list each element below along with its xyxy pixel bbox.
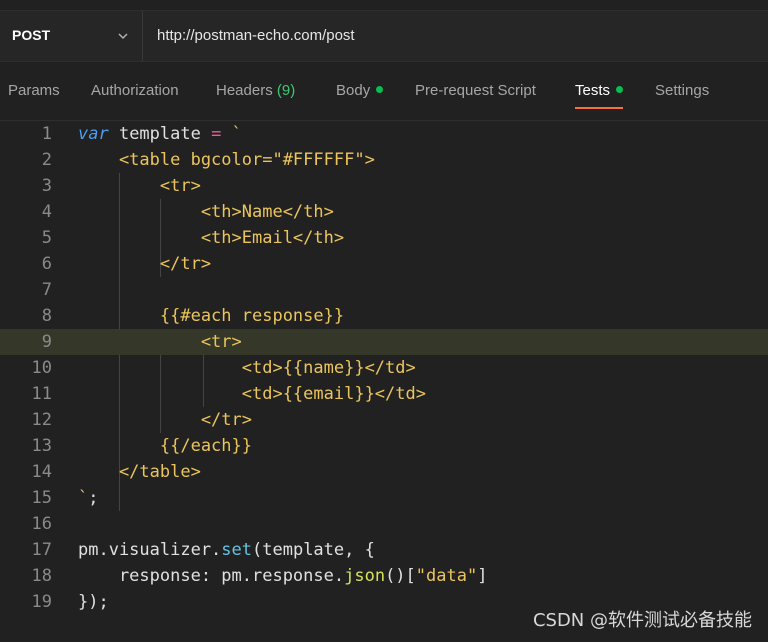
method-select[interactable]: POST [0, 11, 143, 61]
line-number: 9 [41, 332, 52, 352]
code-line: 5 <th>Email</th> [0, 225, 768, 251]
code-text: `; [78, 488, 99, 508]
string-token: ` [221, 124, 242, 144]
line-number: 5 [41, 228, 52, 248]
code-line: 2 <table bgcolor="#FFFFFF"> [0, 147, 768, 173]
code-line: 11 <td>{{email}}</td> [0, 381, 768, 407]
code-line: 1 var template = ` [0, 121, 768, 147]
string-token: "data" [415, 566, 478, 586]
code-line: 3 <tr> [0, 173, 768, 199]
tab-settings-label: Settings [655, 82, 710, 99]
function-token: set [221, 540, 253, 560]
line-number: 16 [31, 514, 52, 534]
tab-pre-request-script-label: Pre-request Script [415, 82, 536, 99]
line-number: 2 [41, 150, 52, 170]
code-text: <td>{{name}}</td> [78, 358, 416, 378]
code-line: 10 <td>{{name}}</td> [0, 355, 768, 381]
request-url-row: POST http://postman-echo.com/post [0, 10, 768, 62]
tab-headers[interactable]: Headers (9) [216, 81, 295, 109]
line-number: 19 [31, 592, 52, 612]
code-line: 4 <th>Name</th> [0, 199, 768, 225]
line-number: 18 [31, 566, 52, 586]
identifier-token: response: pm.response. [78, 566, 345, 586]
code-line: 8 {{#each response}} [0, 303, 768, 329]
method-label: POST [12, 27, 51, 43]
line-number: 17 [31, 540, 52, 560]
code-line: 18 response: pm.response.json()["data"] [0, 563, 768, 589]
identifier-token: (template, { [252, 540, 375, 560]
code-text: response: pm.response.json()["data"] [78, 566, 488, 586]
tab-body-label: Body [336, 82, 371, 99]
line-number: 11 [31, 384, 52, 404]
tab-pre-request-script[interactable]: Pre-request Script [415, 81, 536, 109]
code-editor[interactable]: 1 var template = ` 2 <table bgcolor="#FF… [0, 121, 768, 642]
tab-settings[interactable]: Settings [655, 81, 709, 109]
line-number: 4 [41, 202, 52, 222]
code-text: <th>Name</th> [78, 202, 334, 222]
code-line: 16 [0, 511, 768, 537]
function-token: json [344, 566, 386, 586]
line-number: 3 [41, 176, 52, 196]
code-text: <tr> [78, 332, 242, 352]
request-tabs: Params Authorization Headers (9) Body Pr… [0, 70, 768, 121]
code-text: var template = ` [78, 124, 242, 144]
tab-authorization-label: Authorization [91, 82, 179, 99]
tab-body[interactable]: Body [336, 81, 384, 109]
tab-tests[interactable]: Tests [575, 81, 624, 109]
chevron-down-icon [118, 33, 128, 40]
line-number: 10 [31, 358, 52, 378]
body-indicator-dot-icon [376, 86, 384, 93]
code-line-highlighted: 9 <tr> [0, 329, 768, 355]
watermark: CSDN @软件测试必备技能 [532, 610, 752, 631]
code-text: }); [78, 592, 109, 612]
tests-indicator-dot-icon [616, 86, 624, 93]
tab-headers-label: Headers [216, 82, 273, 99]
code-text: <table bgcolor="#FFFFFF"> [78, 150, 375, 170]
operator-token: = [211, 124, 222, 144]
line-number: 13 [31, 436, 52, 456]
active-tab-underline [575, 107, 624, 109]
punctuation-token: ; [88, 488, 99, 508]
code-line: 14 </table> [0, 459, 768, 485]
code-line: 15 `; [0, 485, 768, 511]
punctuation-token: ()[ [385, 566, 416, 586]
line-number: 1 [41, 124, 52, 144]
tab-tests-label: Tests [575, 82, 611, 99]
code-text: {{#each response}} [78, 306, 345, 326]
punctuation-token: ] [477, 566, 488, 586]
code-line: 13 {{/each}} [0, 433, 768, 459]
code-line: 12 </tr> [0, 407, 768, 433]
line-number: 8 [41, 306, 52, 326]
code-text: </tr> [78, 254, 212, 274]
url-input[interactable]: http://postman-echo.com/post [157, 27, 355, 44]
keyword-token: var [78, 124, 109, 144]
line-number: 15 [31, 488, 52, 508]
identifier-token: pm.visualizer. [78, 540, 222, 560]
request-bar: POST http://postman-echo.com/post [0, 0, 768, 70]
tab-params[interactable]: Params [8, 81, 60, 109]
line-number: 14 [31, 462, 52, 482]
code-text: {{/each}} [78, 436, 252, 456]
code-line: 6 </tr> [0, 251, 768, 277]
code-text: </tr> [78, 410, 252, 430]
tab-params-label: Params [8, 82, 60, 99]
code-line: 17 pm.visualizer.set(template, { [0, 537, 768, 563]
line-number: 7 [41, 280, 52, 300]
code-text: </table> [78, 462, 201, 482]
tab-authorization[interactable]: Authorization [91, 81, 179, 109]
headers-count-badge: (9) [276, 82, 296, 99]
line-number: 12 [31, 410, 52, 430]
string-token: ` [78, 488, 89, 508]
identifier-token: template [108, 124, 212, 144]
code-text: <tr> [78, 176, 201, 196]
code-text: <th>Email</th> [78, 228, 345, 248]
line-number: 6 [41, 254, 52, 274]
code-text: <td>{{email}}</td> [78, 384, 426, 404]
code-text: pm.visualizer.set(template, { [78, 540, 375, 560]
code-line: 7 [0, 277, 768, 303]
